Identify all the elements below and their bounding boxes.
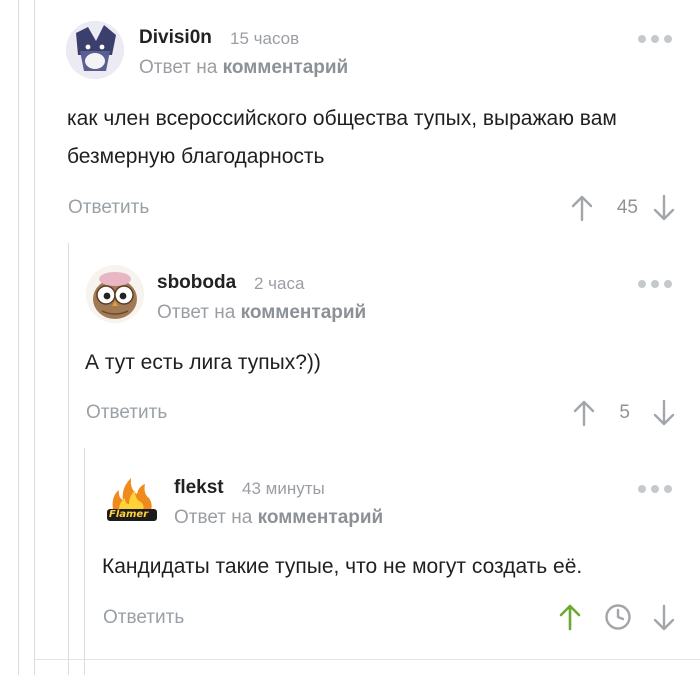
reply-to: Ответ на комментарий	[174, 507, 383, 529]
user-avatar[interactable]	[66, 21, 124, 79]
reply-to-link[interactable]: комментарий	[223, 57, 349, 78]
more-dots-icon[interactable]	[638, 32, 678, 46]
reply-button[interactable]: Ответить	[68, 197, 149, 219]
reply-to-link[interactable]: комментарий	[241, 302, 367, 323]
comment-time: 15 часов	[230, 29, 300, 48]
downvote-arrow-icon[interactable]	[652, 604, 676, 632]
more-dots-icon[interactable]	[638, 482, 678, 496]
downvote-arrow-icon[interactable]	[652, 399, 676, 427]
thread-line	[84, 448, 85, 675]
divider	[34, 659, 700, 660]
username[interactable]: Divisi0n	[139, 27, 212, 49]
clock-icon	[605, 604, 631, 630]
owl-avatar-icon	[86, 265, 144, 323]
rating-count: 45	[616, 197, 638, 218]
user-avatar[interactable]	[86, 265, 144, 323]
reply-to: Ответ на комментарий	[157, 302, 366, 324]
flame-logo-icon	[107, 478, 157, 521]
reply-to: Ответ на комментарий	[139, 57, 348, 79]
reply-button[interactable]: Ответить	[86, 402, 167, 424]
thread-line	[68, 243, 69, 675]
upvote-arrow-icon[interactable]	[558, 603, 582, 631]
comment-text: Кандидаты такие тупые, что не могут созд…	[102, 555, 583, 578]
avatar-logo-text: Flamer	[109, 509, 149, 520]
thread-line	[34, 0, 35, 675]
reply-to-prefix: Ответ на	[157, 302, 236, 323]
wolf-avatar-icon	[66, 21, 124, 79]
username[interactable]: flekst	[174, 477, 224, 499]
reply-to-prefix: Ответ на	[174, 507, 253, 528]
reply-to-link[interactable]: комментарий	[258, 507, 384, 528]
comment-text: А тут есть лига тупых?))	[85, 351, 321, 374]
comment-time: 2 часа	[254, 274, 305, 293]
user-avatar[interactable]: Flamer	[103, 472, 161, 530]
more-dots-icon[interactable]	[638, 277, 678, 291]
rating-count: 5	[619, 402, 630, 423]
reply-button[interactable]: Ответить	[103, 607, 184, 629]
upvote-arrow-icon[interactable]	[570, 194, 594, 222]
thread-line	[18, 0, 19, 675]
comment-time: 43 минуты	[242, 479, 325, 498]
downvote-arrow-icon[interactable]	[652, 194, 676, 222]
reply-to-prefix: Ответ на	[139, 57, 218, 78]
upvote-arrow-icon[interactable]	[572, 399, 596, 427]
username[interactable]: sboboda	[157, 272, 236, 294]
comment-text: как член всероссийского общества тупых, …	[67, 107, 617, 168]
